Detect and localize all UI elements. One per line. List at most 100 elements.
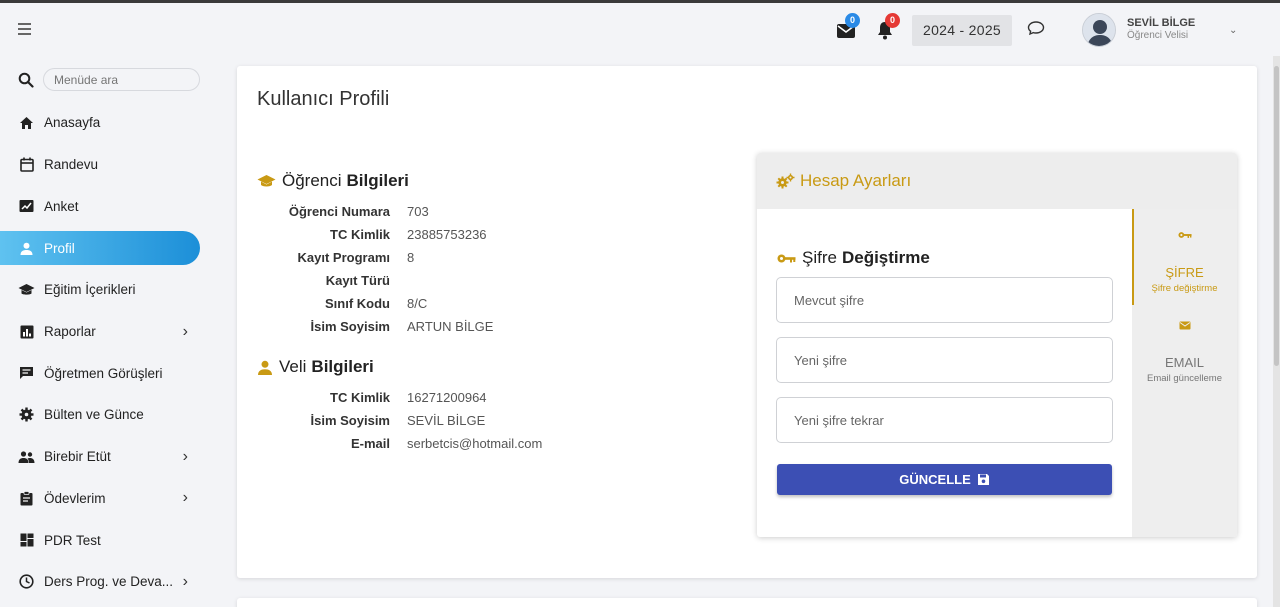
key-icon [777,253,796,264]
info-value: 16271200964 [407,390,487,405]
info-label: İsim Soyisim [310,319,390,334]
tab-password[interactable]: ŞİFRE Şifre değiştirme [1132,226,1237,294]
student-heading-bold: Bilgileri [346,171,409,190]
sidebar-item-birebir-etut[interactable]: Birebir Etüt › [0,436,200,478]
gears-icon [776,173,795,190]
clock-icon [18,573,35,590]
account-settings-panel: Hesap Ayarları Şifre Değiştirme GÜNCELLE … [757,153,1237,537]
home-icon [18,114,35,131]
page-title: Kullanıcı Profili [257,88,390,110]
info-value: serbetcis@hotmail.com [407,436,543,451]
tab-title: EMAIL [1164,355,1204,370]
sidebar-item-bulten-ve-gunce[interactable]: Bülten ve Günce [0,394,200,436]
info-row: Kayıt Türü [257,273,717,296]
info-label: Kayıt Programı [297,250,390,265]
sidebar-nav: Anasayfa Randevu Anket Profil Eğitim İçe… [0,102,218,603]
comment-icon [18,365,35,382]
messages-button[interactable]: 0 [836,13,860,41]
sidebar-item-ders-programi[interactable]: Ders Prog. ve Deva... › [0,561,200,603]
info-row: İsim Soyisim SEVİL BİLGE [257,413,717,436]
scrollbar-thumb[interactable] [1274,66,1279,366]
update-password-button[interactable]: GÜNCELLE [777,464,1112,495]
avatar[interactable] [1082,13,1116,47]
sidebar-item-label: Raporlar [44,324,96,340]
sidebar: Anasayfa Randevu Anket Profil Eğitim İçe… [0,56,218,607]
sidebar-item-randevu[interactable]: Randevu [0,144,200,186]
info-label: TC Kimlik [330,390,390,405]
dashboard-icon [18,532,35,549]
sidebar-item-ogretmen-gorusleri[interactable]: Öğretmen Görüşleri [0,352,200,394]
tab-email[interactable]: EMAIL Email güncelleme [1132,317,1237,384]
chevron-right-icon: › [182,489,188,507]
academic-year-selector[interactable]: 2024 - 2025 [912,15,1012,46]
save-icon [977,473,990,486]
page-scrollbar[interactable] [1273,56,1280,607]
new-password-field[interactable] [776,337,1113,383]
sidebar-item-label: Öğretmen Görüşleri [44,365,163,381]
password-heading-light: Şifre [802,248,837,267]
info-row: Öğrenci Numara 703 [257,204,717,227]
update-button-label: GÜNCELLE [899,472,971,487]
parent-heading-bold: Bilgileri [311,357,374,376]
tab-subtitle: Email güncelleme [1147,373,1222,384]
info-label: Sınıf Kodu [325,296,390,311]
envelope-icon [1179,317,1191,334]
user-name: SEVİL BİLGE [1127,17,1196,29]
info-value: SEVİL BİLGE [407,413,486,428]
info-row: TC Kimlik 16271200964 [257,390,717,413]
chevron-down-icon[interactable]: ⌄ [1229,25,1237,36]
current-password-field[interactable] [776,277,1113,323]
info-row: E-mail serbetcis@hotmail.com [257,436,717,459]
info-value: 703 [407,204,429,219]
sidebar-item-label: Anasayfa [44,115,101,131]
secondary-card [237,598,1257,607]
messages-badge: 0 [845,13,860,28]
parent-info-heading: Veli Bilgileri [257,357,374,377]
notifications-button[interactable]: 0 [876,13,900,41]
sidebar-item-raporlar[interactable]: Raporlar › [0,311,200,353]
notifications-badge: 0 [885,13,900,28]
sidebar-item-label: Bülten ve Günce [44,407,144,423]
menu-search-input[interactable] [43,68,200,91]
chat-bubble-icon [1027,21,1045,36]
info-label: Kayıt Türü [325,273,390,288]
graduation-cap-icon [18,281,35,298]
info-label: E-mail [350,436,390,451]
info-row: TC Kimlik 23885753236 [257,227,717,250]
info-value: ARTUN BİLGE [407,319,494,334]
sidebar-item-label: PDR Test [44,532,101,548]
sidebar-item-egitim-icerikleri[interactable]: Eğitim İçerikleri [0,269,200,311]
info-label: TC Kimlik [330,227,390,242]
settings-tabs: ŞİFRE Şifre değiştirme EMAIL Email günce… [1132,209,1237,537]
user-role: Öğrenci Velisi [1127,30,1189,41]
user-avatar-icon [1083,14,1115,46]
chevron-right-icon: › [182,572,188,590]
sidebar-item-anket[interactable]: Anket [0,185,200,227]
survey-icon [18,198,35,215]
sidebar-item-label: Ders Prog. ve Deva... [44,574,174,590]
sidebar-item-anasayfa[interactable]: Anasayfa [0,102,200,144]
sidebar-item-pdr-test[interactable]: PDR Test [0,519,200,561]
chevron-right-icon: › [182,322,188,340]
search-icon[interactable] [18,72,34,93]
menu-toggle-icon[interactable] [18,23,31,35]
chevron-right-icon: › [182,447,188,465]
account-settings-header: Hesap Ayarları [757,153,1237,209]
tab-title: ŞİFRE [1165,265,1204,280]
parent-heading-light: Veli [279,357,307,376]
chart-icon [18,323,35,340]
chat-button[interactable] [1027,20,1049,42]
password-change-heading: Şifre Değiştirme [777,248,930,268]
sidebar-item-odevlerim[interactable]: Ödevlerim › [0,478,200,520]
account-settings-title: Hesap Ayarları [800,171,912,190]
student-info-heading: Öğrenci Bilgileri [257,171,409,191]
info-value: 8/C [407,296,428,311]
info-row: Kayıt Programı 8 [257,250,717,273]
info-value: 23885753236 [407,227,487,242]
graduation-cap-icon [257,174,276,188]
person-icon [18,240,35,257]
sidebar-item-profil[interactable]: Profil [0,231,200,266]
repeat-password-field[interactable] [776,397,1113,443]
sidebar-item-label: Eğitim İçerikleri [44,282,136,298]
calendar-icon [18,156,35,173]
